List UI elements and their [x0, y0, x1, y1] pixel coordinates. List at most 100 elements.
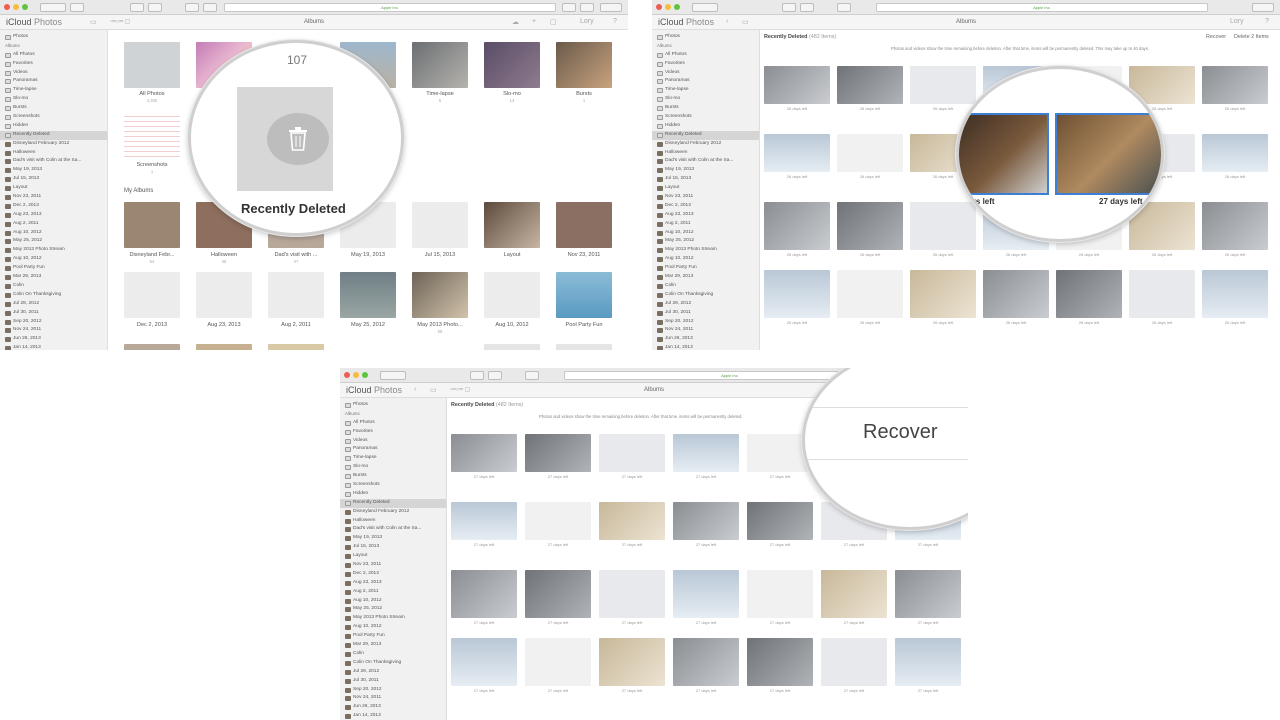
share-button[interactable] — [185, 3, 199, 12]
minimize-dot[interactable] — [13, 4, 19, 10]
deleted-photo[interactable] — [837, 134, 903, 172]
sidebar-item[interactable]: Halloween — [0, 149, 107, 158]
deleted-photo[interactable] — [747, 502, 813, 540]
sidebar-item[interactable]: Nov 24, 2011 — [0, 326, 107, 335]
sidebar-item[interactable]: Nov 24, 2011 — [340, 694, 446, 703]
deleted-photo[interactable] — [1129, 270, 1195, 318]
sidebar-item[interactable]: Jul 30, 2011 — [652, 309, 759, 318]
sidebar-item[interactable]: May 19, 2013 — [0, 166, 107, 175]
reader-button[interactable] — [800, 3, 814, 12]
sidebar-item[interactable]: Nov 23, 2011 — [340, 561, 446, 570]
minimize-dot[interactable] — [353, 372, 359, 378]
deleted-photo[interactable] — [599, 570, 665, 618]
deleted-photo[interactable] — [747, 570, 813, 618]
album-tile[interactable] — [124, 202, 180, 248]
sidebar-item[interactable]: Videos — [340, 437, 446, 446]
sidebar-item[interactable]: Screenshots — [652, 113, 759, 122]
sidebar-item[interactable]: May 25, 2012 — [652, 237, 759, 246]
deleted-photo[interactable] — [821, 638, 887, 686]
new-tab-button[interactable] — [600, 3, 622, 12]
user-menu[interactable]: Lory — [580, 18, 594, 25]
deleted-photo[interactable] — [764, 270, 830, 318]
sidebar-item[interactable]: Aug 2, 2011 — [340, 588, 446, 597]
sidebar-item[interactable]: Screenshots — [340, 481, 446, 490]
sidebar-item[interactable]: Dad's visit with Colin at the Sa... — [340, 525, 446, 534]
add-icon[interactable]: + — [532, 18, 536, 25]
deleted-photo[interactable] — [451, 638, 517, 686]
deleted-photo[interactable] — [673, 638, 739, 686]
sidebar-item[interactable]: Jul 15, 2013 — [652, 175, 759, 184]
album-all-photos[interactable] — [124, 42, 180, 88]
sidebar-item[interactable]: Pool Party Fun — [652, 264, 759, 273]
zoom-slider[interactable]: ▫━○━ ▢ — [450, 386, 470, 393]
sidebar-item[interactable]: Slo-mo — [652, 95, 759, 104]
sidebar-item[interactable]: Aug 10, 2012 — [340, 597, 446, 606]
share-page-button[interactable] — [580, 3, 594, 12]
sidebar-item[interactable]: Pool Party Fun — [340, 632, 446, 641]
deleted-photo[interactable] — [747, 638, 813, 686]
upload-icon[interactable]: ☁ — [512, 18, 519, 26]
deleted-photo[interactable] — [910, 202, 976, 250]
sidebar-item[interactable]: Jan 14, 2013 — [0, 344, 107, 350]
sidebar-item[interactable]: Recently Deleted — [0, 130, 107, 140]
sidebar-item[interactable]: Sep 20, 2012 — [0, 318, 107, 327]
sidebar-item[interactable]: All Photos — [0, 51, 107, 60]
back-icon[interactable]: ‹ — [726, 18, 728, 25]
sidebar-item[interactable]: Jan 14, 2013 — [652, 344, 759, 350]
sidebar-item[interactable]: Mar 29, 2013 — [652, 273, 759, 282]
deleted-photo[interactable] — [525, 434, 591, 472]
sidebar-item[interactable]: All Photos — [652, 51, 759, 60]
tab-button[interactable] — [470, 371, 484, 380]
deleted-photo[interactable] — [1202, 270, 1268, 318]
sidebar-item[interactable]: Hidden — [340, 490, 446, 499]
sidebar-item[interactable]: Bursts — [340, 472, 446, 481]
sidebar-item[interactable]: Videos — [0, 69, 107, 78]
sidebar-item[interactable]: Disneyland February 2012 — [652, 140, 759, 149]
deleted-photo[interactable] — [837, 270, 903, 318]
close-dot[interactable] — [344, 372, 350, 378]
album-tile[interactable] — [268, 344, 324, 350]
sidebar-item[interactable]: Aug 23, 2013 — [652, 211, 759, 220]
sidebar-icon[interactable]: ▭ — [742, 18, 749, 26]
sidebar-item[interactable]: Aug 23, 2013 — [340, 579, 446, 588]
deleted-photo[interactable] — [525, 638, 591, 686]
minimize-dot[interactable] — [665, 4, 671, 10]
deleted-photo[interactable] — [821, 570, 887, 618]
deleted-photo[interactable] — [451, 434, 517, 472]
sidebar-item[interactable]: Jun 26, 2013 — [340, 703, 446, 712]
sidebar-item[interactable]: Bursts — [0, 104, 107, 113]
sidebar-item[interactable]: Sep 20, 2012 — [340, 686, 446, 695]
tab-button[interactable] — [130, 3, 144, 12]
sidebar-item[interactable]: Slo-mo — [340, 463, 446, 472]
album-tile[interactable] — [124, 344, 180, 350]
sidebar-item[interactable]: May 2013 Photo Stream — [0, 246, 107, 255]
deleted-photo[interactable] — [451, 570, 517, 618]
sidebar-item[interactable]: Colin On Thanksgiving — [0, 291, 107, 300]
sidebar-item[interactable]: Recently Deleted — [652, 130, 759, 140]
selected-photo[interactable] — [959, 113, 1049, 195]
sidebar-item[interactable]: Aug 2, 2011 — [0, 220, 107, 229]
close-dot[interactable] — [656, 4, 662, 10]
sidebar-item[interactable]: Panoramas — [0, 77, 107, 86]
recover-button[interactable]: Recover — [863, 421, 937, 444]
sidebar-item[interactable]: Aug 2, 2011 — [652, 220, 759, 229]
deleted-photo[interactable] — [837, 202, 903, 250]
sidebar-item[interactable]: Colin — [340, 650, 446, 659]
deleted-photo[interactable] — [673, 434, 739, 472]
sidebar-item-photos[interactable]: Photos — [0, 33, 107, 42]
zoom-dot[interactable] — [362, 372, 368, 378]
sidebar-icon[interactable]: ▭ — [90, 18, 97, 26]
help-icon[interactable]: ? — [613, 18, 617, 25]
sidebar-item[interactable]: Time-lapse — [340, 454, 446, 463]
sidebar-item[interactable]: Disneyland February 2012 — [340, 508, 446, 517]
sidebar-item[interactable]: Colin — [652, 282, 759, 291]
album-screenshots[interactable] — [124, 112, 180, 158]
tab-button[interactable] — [782, 3, 796, 12]
sidebar-item[interactable]: May 25, 2012 — [0, 237, 107, 246]
sidebar-item[interactable]: Dec 2, 2013 — [0, 202, 107, 211]
selected-photo[interactable] — [1055, 113, 1161, 195]
album-tile[interactable] — [556, 344, 612, 350]
zoom-dot[interactable] — [674, 4, 680, 10]
album-tile[interactable] — [196, 344, 252, 350]
deleted-photo[interactable] — [673, 502, 739, 540]
